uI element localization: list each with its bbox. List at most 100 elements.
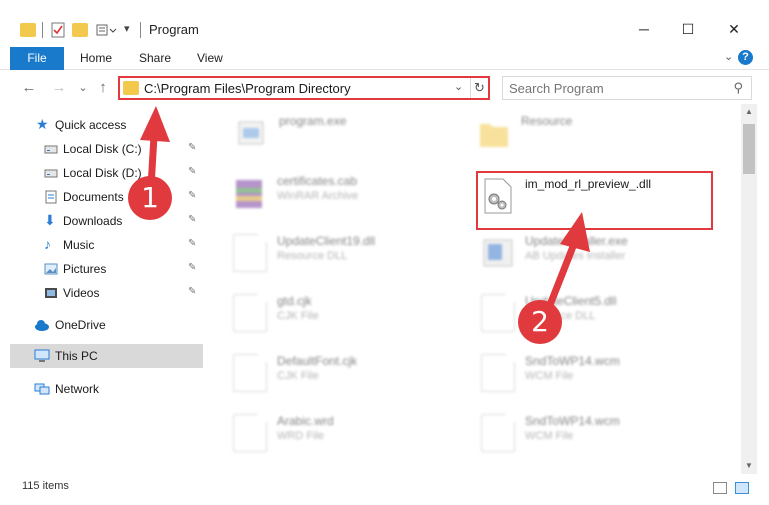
title-divider bbox=[140, 22, 141, 38]
back-button[interactable]: ← bbox=[20, 78, 38, 98]
search-box[interactable]: ⚲ bbox=[502, 76, 752, 100]
item-count: 115 items bbox=[22, 480, 69, 492]
sidebar-item-downloads[interactable]: ⬇ Downloads ✎ bbox=[0, 209, 203, 233]
file-name: SndToWP14.wcm bbox=[525, 414, 620, 428]
file-icon bbox=[481, 354, 515, 392]
cloud-icon bbox=[34, 318, 49, 332]
sidebar-item-label: OneDrive bbox=[55, 318, 106, 332]
file-list: program.exe Resource certificates.cab Wi… bbox=[205, 104, 740, 474]
sidebar-item-label: Pictures bbox=[63, 262, 107, 276]
sidebar-item-onedrive[interactable]: OneDrive bbox=[0, 313, 203, 337]
recent-locations-button[interactable]: ⌄ bbox=[74, 78, 92, 98]
sidebar-item-label: Quick access bbox=[55, 118, 127, 132]
vertical-scrollbar[interactable]: ▲ ▼ bbox=[741, 104, 757, 474]
file-icon bbox=[233, 294, 267, 332]
step-badge-2: 2 bbox=[518, 300, 562, 344]
file-name: Resource bbox=[521, 114, 573, 128]
address-dropdown-icon[interactable]: ⌄ bbox=[454, 80, 463, 93]
scroll-down-icon[interactable]: ▼ bbox=[741, 458, 757, 474]
ribbon-tabs: File Home Share View ⌄ ? bbox=[0, 44, 769, 70]
star-icon: ★ bbox=[36, 116, 49, 132]
documents-icon bbox=[44, 190, 58, 204]
pin-icon[interactable]: ✎ bbox=[188, 166, 196, 177]
tab-view[interactable]: View bbox=[197, 47, 223, 70]
address-bar[interactable]: C:\Program Files\Program Directory ⌄ ↻ bbox=[118, 76, 490, 100]
file-type: WCM File bbox=[525, 430, 574, 442]
pin-icon[interactable]: ✎ bbox=[188, 142, 196, 153]
file-item[interactable]: Resource bbox=[477, 108, 717, 158]
up-button[interactable]: ↑ bbox=[94, 78, 112, 98]
pictures-icon bbox=[44, 262, 58, 276]
details-view-icon[interactable] bbox=[713, 482, 727, 494]
drive-icon bbox=[44, 142, 58, 156]
file-item[interactable]: SndToWP14.wcm WCM File bbox=[481, 408, 721, 458]
help-icon[interactable]: ? bbox=[738, 50, 753, 65]
file-name: SndToWP14.wcm bbox=[525, 354, 620, 368]
tab-file[interactable]: File bbox=[10, 47, 64, 70]
sidebar-item-quick-access[interactable]: ★ Quick access bbox=[0, 113, 203, 137]
close-button[interactable]: ✕ bbox=[714, 14, 754, 44]
refresh-button[interactable]: ↻ bbox=[470, 78, 488, 98]
file-item[interactable]: UpdateInstaller.exe AB Updates Installer bbox=[481, 228, 721, 278]
file-item[interactable]: Arabic.wrd WRD File bbox=[233, 408, 473, 458]
file-name: gtd.cjk bbox=[277, 294, 312, 308]
sidebar-item-label: Documents bbox=[63, 190, 124, 204]
properties-icon[interactable] bbox=[50, 22, 66, 38]
file-item[interactable]: gtd.cjk CJK File bbox=[233, 288, 473, 338]
window-title: Program bbox=[149, 22, 199, 37]
search-input[interactable] bbox=[509, 80, 719, 96]
file-name: Arabic.wrd bbox=[277, 414, 334, 428]
file-type: CJK File bbox=[277, 310, 319, 322]
sidebar-item-pictures[interactable]: Pictures ✎ bbox=[0, 257, 203, 281]
videos-icon bbox=[44, 286, 58, 300]
sidebar-item-network[interactable]: Network bbox=[0, 377, 203, 401]
file-item[interactable]: program.exe bbox=[235, 108, 475, 158]
pin-icon[interactable]: ✎ bbox=[188, 238, 196, 249]
file-type: AB Updates Installer bbox=[525, 250, 626, 262]
large-icons-view-icon[interactable] bbox=[735, 482, 749, 494]
archive-icon bbox=[233, 174, 267, 212]
address-path[interactable]: C:\Program Files\Program Directory bbox=[144, 81, 351, 96]
file-item[interactable]: UpdateClient5.dll Resource DLL bbox=[481, 288, 721, 338]
music-icon: ♪ bbox=[44, 236, 51, 252]
chevron-down-icon[interactable]: ▾ bbox=[124, 22, 140, 38]
minimize-button[interactable]: ─ bbox=[624, 14, 664, 44]
tab-home[interactable]: Home bbox=[80, 47, 112, 70]
expand-ribbon-icon[interactable]: ⌄ bbox=[724, 50, 733, 63]
download-icon: ⬇ bbox=[44, 212, 56, 228]
scroll-up-icon[interactable]: ▲ bbox=[741, 104, 757, 120]
file-item[interactable]: SndToWP14.wcm WCM File bbox=[481, 348, 721, 398]
computer-icon bbox=[34, 349, 50, 363]
pin-icon[interactable]: ✎ bbox=[188, 214, 196, 225]
search-icon[interactable]: ⚲ bbox=[733, 80, 743, 96]
file-name: certificates.cab bbox=[277, 174, 358, 188]
tab-share[interactable]: Share bbox=[139, 47, 171, 70]
sidebar-item-label: Music bbox=[63, 238, 95, 252]
customize-toolbar-icon[interactable] bbox=[96, 22, 120, 38]
file-type: WCM File bbox=[525, 370, 574, 382]
new-folder-icon[interactable] bbox=[72, 23, 88, 37]
navigation-bar: ← → ⌄ ↑ C:\Program Files\Program Directo… bbox=[0, 72, 769, 104]
sidebar-item-videos[interactable]: Videos ✎ bbox=[0, 281, 203, 305]
installer-icon bbox=[481, 234, 515, 272]
sidebar-item-this-pc[interactable]: This PC bbox=[10, 344, 203, 368]
title-bar: ▾ Program ─ ☐ ✕ bbox=[0, 0, 769, 44]
file-item[interactable]: UpdateClient19.dll Resource DLL bbox=[233, 228, 473, 278]
folder-icon[interactable] bbox=[20, 23, 36, 37]
forward-button[interactable]: → bbox=[50, 78, 68, 98]
sidebar-item-music[interactable]: ♪ Music ✎ bbox=[0, 233, 203, 257]
file-item[interactable]: certificates.cab WinRAR Archive bbox=[233, 168, 473, 218]
sidebar-item-local-disk-d[interactable]: Local Disk (D:) ✎ bbox=[0, 161, 203, 185]
pin-icon[interactable]: ✎ bbox=[188, 286, 196, 297]
pin-icon[interactable]: ✎ bbox=[188, 190, 196, 201]
sidebar-item-local-disk-c[interactable]: Local Disk (C:) ✎ bbox=[0, 137, 203, 161]
pin-icon[interactable]: ✎ bbox=[188, 262, 196, 273]
file-icon bbox=[233, 414, 267, 452]
file-type: Resource DLL bbox=[277, 250, 348, 262]
file-type: CJK File bbox=[277, 370, 319, 382]
maximize-button[interactable]: ☐ bbox=[668, 14, 708, 44]
scroll-thumb[interactable] bbox=[743, 124, 755, 174]
file-item[interactable]: DefaultFont.cjk CJK File bbox=[233, 348, 473, 398]
dll-icon bbox=[233, 234, 267, 272]
sidebar-item-documents[interactable]: Documents ✎ bbox=[0, 185, 203, 209]
